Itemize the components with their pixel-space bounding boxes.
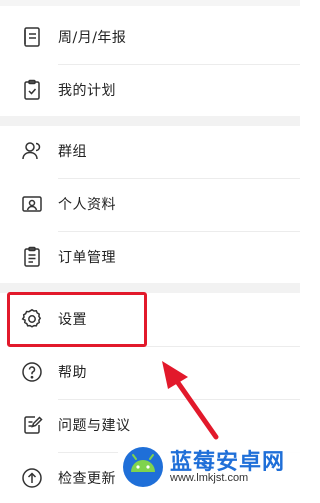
watermark: 蓝莓安卓网 www.lmkjst.com	[118, 442, 300, 492]
menu-item-label: 群组	[58, 144, 87, 160]
watermark-url: www.lmkjst.com	[170, 472, 249, 484]
menu-item-my-plan[interactable]: 我的计划	[0, 65, 300, 115]
feedback-edit-icon	[20, 413, 44, 437]
section-gap	[0, 116, 300, 126]
menu-item-label: 帮助	[58, 365, 87, 381]
menu-item-label: 检查更新	[58, 471, 116, 487]
menu-item-orders[interactable]: 订单管理	[0, 232, 300, 282]
help-icon	[20, 360, 44, 384]
clipboard-check-icon	[20, 78, 44, 102]
highlight-box	[7, 292, 147, 347]
menu-item-label: 我的计划	[58, 83, 116, 99]
menu-item-label: 问题与建议	[58, 418, 131, 434]
menu-item-label: 个人资料	[58, 197, 116, 213]
menu-item-groups[interactable]: 群组	[0, 126, 300, 176]
order-list-icon	[20, 245, 44, 269]
menu-item-label: 周/月/年报	[58, 30, 127, 46]
menu-item-label: 订单管理	[58, 250, 116, 266]
group-icon	[20, 139, 44, 163]
menu-item-profile[interactable]: 个人资料	[0, 179, 300, 229]
top-divider	[0, 0, 300, 6]
android-logo-icon	[123, 447, 163, 487]
profile-card-icon	[20, 192, 44, 216]
report-icon	[20, 25, 44, 49]
arrow-pointer-icon	[162, 361, 219, 440]
menu-item-report[interactable]: 周/月/年报	[0, 12, 300, 62]
update-icon	[20, 466, 44, 490]
